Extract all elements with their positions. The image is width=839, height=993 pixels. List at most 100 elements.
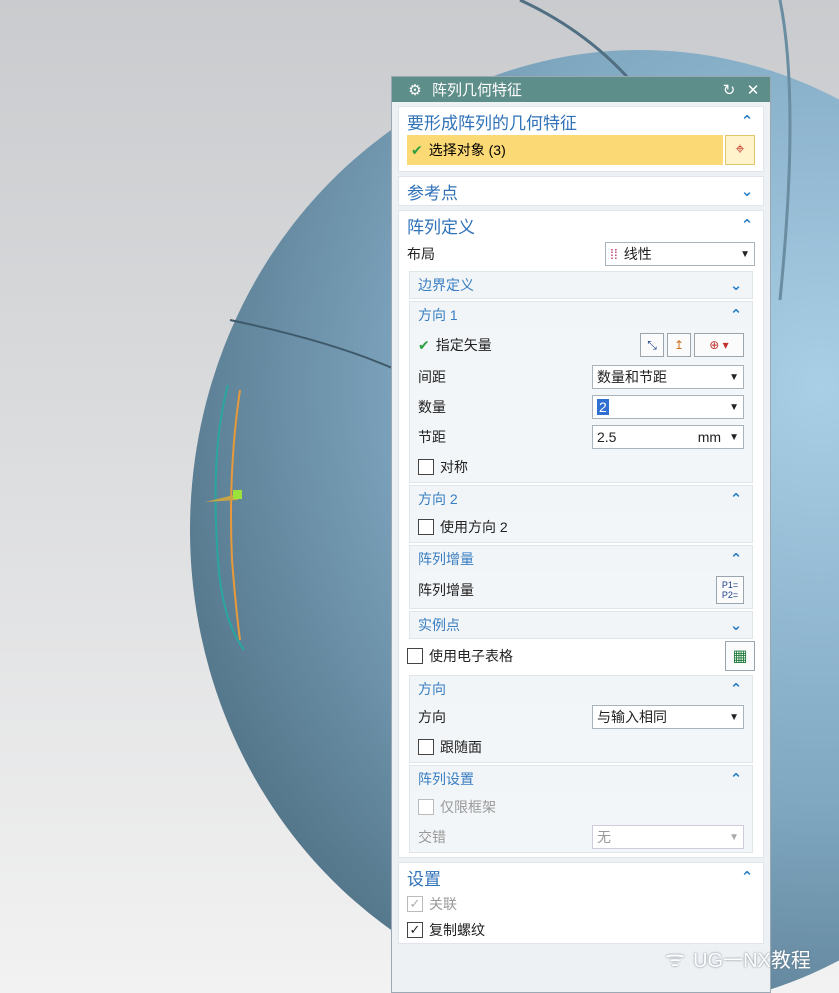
subsection-increment: 阵列增量 ⌃ 阵列增量 P1= P2=: [409, 545, 753, 609]
dropdown-arrow-icon: ▼: [729, 831, 739, 843]
copy-thread-checkbox[interactable]: ✓: [407, 922, 423, 938]
spacing-value: 数量和节距: [597, 369, 667, 385]
chevron-up-icon[interactable]: ⌃: [728, 490, 744, 508]
dropdown-arrow-icon: ▼: [729, 371, 739, 383]
section-title: 参考点: [407, 183, 458, 203]
stagger-value: 无: [597, 829, 611, 845]
follow-face-checkbox[interactable]: [418, 739, 434, 755]
subsection-title: 实例点: [418, 617, 460, 633]
subsection-direction2: 方向 2 ⌃ 使用方向 2: [409, 485, 753, 543]
dropdown-arrow-icon: ▼: [740, 248, 750, 260]
associative-label: 关联: [429, 896, 457, 912]
reverse-direction-icon[interactable]: ⤡: [640, 333, 664, 357]
section-settings-header[interactable]: 设置 ⌃: [399, 863, 763, 891]
chevron-down-icon[interactable]: ⌄: [739, 182, 755, 200]
associative-checkbox[interactable]: ✓: [407, 896, 423, 912]
stagger-dropdown[interactable]: 无 ▼: [592, 825, 744, 849]
section-reference-point: 参考点 ⌄: [398, 176, 764, 206]
orientation-value: 与输入相同: [597, 709, 667, 725]
pitch-input[interactable]: 2.5 mm ▼: [592, 425, 744, 449]
subsection-orientation: 方向 ⌃ 方向 与输入相同 ▼ 跟随面: [409, 675, 753, 763]
chevron-up-icon[interactable]: ⌃: [728, 680, 744, 698]
inferred-vector-icon[interactable]: ↥: [667, 333, 691, 357]
subsection-title: 阵列设置: [418, 771, 474, 787]
chevron-up-icon[interactable]: ⌃: [728, 770, 744, 788]
spacing-label: 间距: [418, 369, 446, 385]
subsection-title: 方向 2: [418, 491, 458, 507]
close-icon[interactable]: ✕: [744, 81, 762, 99]
stagger-label: 交错: [418, 829, 446, 845]
boundary-header[interactable]: 边界定义 ⌄: [410, 272, 752, 298]
select-object-label: 选择对象 (3): [428, 142, 506, 158]
direction2-header[interactable]: 方向 2 ⌃: [410, 486, 752, 512]
dropdown-arrow-icon: ▼: [729, 401, 739, 413]
layout-dropdown[interactable]: ⁞⁞ 线性 ▼: [605, 242, 755, 266]
section-pattern-definition: 阵列定义 ⌃ 布局 ⁞⁞ 线性 ▼ 边界定义 ⌄ 方向 1 ⌃ ✔ 指定矢量 ⤡…: [398, 210, 764, 858]
subsection-title: 阵列增量: [418, 551, 474, 567]
reset-icon[interactable]: ↻: [720, 81, 738, 99]
dropdown-arrow-icon: ▼: [729, 711, 739, 723]
section-definition-header[interactable]: 阵列定义 ⌃: [399, 211, 763, 239]
instance-points-header[interactable]: 实例点 ⌄: [410, 612, 752, 638]
subsection-title: 边界定义: [418, 277, 474, 293]
section-title: 设置: [407, 869, 441, 889]
pattern-feature-dialog: ⚙ 阵列几何特征 ↻ ✕ 要形成阵列的几何特征 ⌃ ✔ 选择对象 (3) ⌖ 参…: [391, 76, 771, 993]
orientation-header[interactable]: 方向 ⌃: [410, 676, 752, 702]
frame-only-checkbox[interactable]: [418, 799, 434, 815]
count-input[interactable]: 2 ▼: [592, 395, 744, 419]
chevron-up-icon[interactable]: ⌃: [739, 112, 755, 130]
spacing-dropdown[interactable]: 数量和节距 ▼: [592, 365, 744, 389]
use-direction2-label: 使用方向 2: [440, 519, 508, 535]
symmetric-checkbox[interactable]: [418, 459, 434, 475]
subsection-title: 方向 1: [418, 307, 458, 323]
chevron-up-icon[interactable]: ⌃: [728, 306, 744, 324]
layout-value: 线性: [623, 246, 652, 262]
gear-icon[interactable]: ⚙: [406, 81, 424, 99]
orientation-dropdown[interactable]: 与输入相同 ▼: [592, 705, 744, 729]
pattern-settings-header[interactable]: 阵列设置 ⌃: [410, 766, 752, 792]
direction1-header[interactable]: 方向 1 ⌃: [410, 302, 752, 328]
pitch-unit: mm: [697, 429, 722, 445]
select-object-field[interactable]: ✔ 选择对象 (3): [407, 135, 723, 165]
p1-p2-icon[interactable]: P1= P2=: [716, 576, 744, 604]
wechat-icon: ᯤ: [665, 946, 686, 971]
watermark: ᯤ UG一NX教程: [665, 943, 811, 973]
check-icon: ✔: [418, 336, 430, 353]
symmetric-label: 对称: [440, 459, 468, 475]
linear-grid-icon: ⁞⁞: [610, 246, 618, 262]
section-geometry: 要形成阵列的几何特征 ⌃ ✔ 选择对象 (3) ⌖: [398, 106, 764, 172]
use-direction2-checkbox[interactable]: [418, 519, 434, 535]
subsection-boundary: 边界定义 ⌄: [409, 271, 753, 299]
chevron-down-icon[interactable]: ⌄: [728, 276, 744, 294]
chevron-up-icon[interactable]: ⌃: [739, 216, 755, 234]
spreadsheet-icon[interactable]: ▦: [725, 641, 755, 671]
vector-dialog-icon[interactable]: ⊕ ▾: [694, 333, 744, 357]
section-title: 要形成阵列的几何特征: [407, 113, 577, 133]
crosshair-icon: ⌖: [735, 141, 745, 158]
dropdown-arrow-icon: ▼: [729, 431, 739, 443]
spreadsheet-label: 使用电子表格: [429, 648, 513, 664]
crosshair-button[interactable]: ⌖: [725, 135, 755, 165]
handle-square[interactable]: [233, 490, 242, 499]
chevron-up-icon[interactable]: ⌃: [739, 868, 755, 886]
increment-header[interactable]: 阵列增量 ⌃: [410, 546, 752, 572]
chevron-down-icon[interactable]: ⌄: [728, 616, 744, 634]
count-label: 数量: [418, 399, 446, 415]
layout-label: 布局: [407, 246, 435, 262]
subsection-pattern-settings: 阵列设置 ⌃ 仅限框架 交错 无 ▼: [409, 765, 753, 853]
check-icon: ✔: [411, 141, 423, 158]
vector-label: 指定矢量: [435, 337, 492, 353]
chevron-up-icon[interactable]: ⌃: [728, 550, 744, 568]
watermark-text: UG一NX教程: [693, 949, 811, 972]
dialog-titlebar: ⚙ 阵列几何特征 ↻ ✕: [392, 77, 770, 102]
frame-only-label: 仅限框架: [440, 799, 496, 815]
spreadsheet-checkbox[interactable]: [407, 648, 423, 664]
section-geometry-header[interactable]: 要形成阵列的几何特征 ⌃: [399, 107, 763, 135]
section-reference-header[interactable]: 参考点 ⌄: [399, 177, 763, 205]
subsection-direction1: 方向 1 ⌃ ✔ 指定矢量 ⤡ ↥ ⊕ ▾ 间距 数量和节距 ▼ 数量 2 ▼ …: [409, 301, 753, 483]
subsection-instance-points: 实例点 ⌄: [409, 611, 753, 639]
copy-thread-label: 复制螺纹: [429, 922, 485, 938]
section-title: 阵列定义: [407, 217, 475, 237]
section-settings: 设置 ⌃ ✓ 关联 ✓ 复制螺纹: [398, 862, 764, 944]
dialog-title: 阵列几何特征: [432, 82, 523, 99]
